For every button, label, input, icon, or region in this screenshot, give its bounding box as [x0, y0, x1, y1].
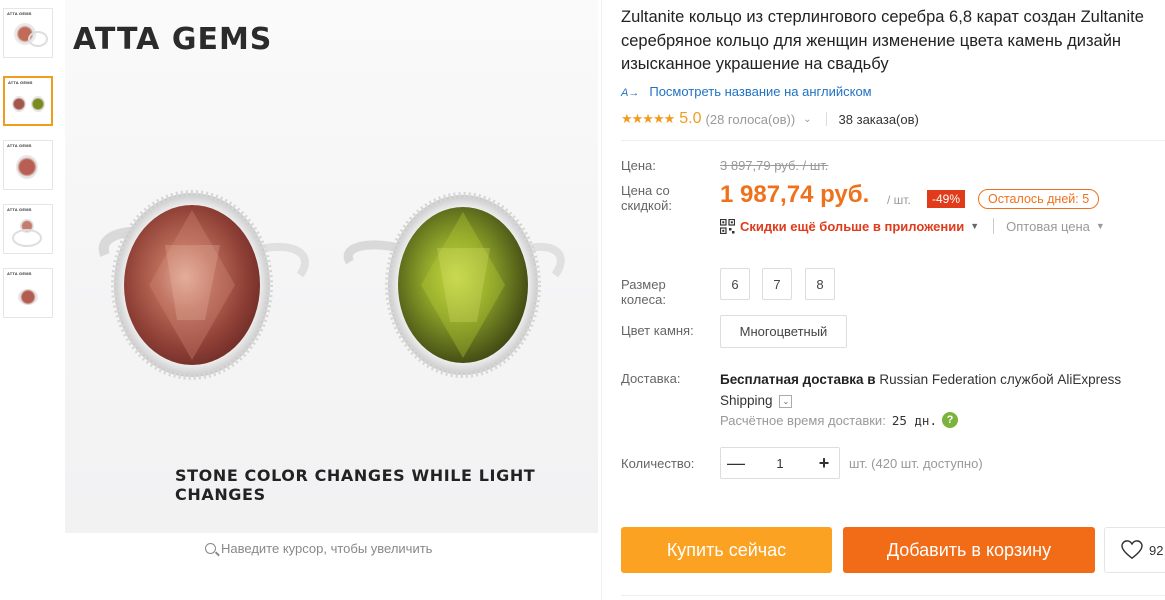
size-option-8[interactable]: 8 — [805, 268, 835, 300]
stone-color-option[interactable]: Многоцветный — [720, 315, 847, 348]
title-line-3: изысканное украшение на свадьбу — [621, 55, 889, 73]
size-label-line-2: колеса: — [621, 292, 666, 307]
delivery-estimate-value: 25 дн. — [891, 412, 937, 428]
image-caption: STONE COLOR CHANGES WHILE LIGHT CHANGES — [175, 466, 536, 504]
app-discount-row: Скидки ещё больше в приложении ▼ Оптовая… — [720, 218, 1105, 234]
wishlist-count: 92 — [1149, 542, 1164, 558]
quantity-label: Количество: — [621, 456, 695, 471]
zoom-hint-text: Наведите курсор, чтобы увеличить — [221, 541, 433, 556]
zoom-hint: Наведите курсор, чтобы увеличить — [205, 541, 432, 556]
discount-badge: -49% — [927, 190, 966, 208]
chevron-down-icon[interactable]: ⌄ — [779, 395, 793, 408]
shipping-destination: Russian Federation службой AliExpress — [879, 372, 1122, 387]
app-discount-link[interactable]: Скидки ещё больше в приложении — [740, 219, 964, 234]
translate-link-text: Посмотреть название на английском — [649, 84, 872, 99]
thumbnail-2[interactable]: ATTA GEMS — [3, 76, 53, 126]
size-option-6[interactable]: 6 — [720, 268, 750, 300]
thumbnail-3[interactable]: ATTA GEMS — [3, 140, 53, 190]
title-line-1: Zultanite кольцо из стерлингового серебр… — [621, 8, 1144, 26]
section-divider — [621, 595, 1165, 596]
translate-link[interactable]: A→ Посмотреть название на английском — [621, 84, 872, 99]
votes-link[interactable]: (28 голоса(ов)) — [706, 112, 796, 127]
discount-price-label: Цена со скидкой: — [621, 183, 672, 213]
caret-down-icon[interactable]: ▼ — [1096, 221, 1105, 231]
thumbnail-logo: ATTA GEMS — [7, 11, 32, 16]
delivery-estimate: Расчётное время доставки: 25 дн. ? — [720, 412, 958, 428]
rings-illustration — [98, 190, 565, 380]
increase-quantity-button[interactable]: + — [809, 448, 839, 478]
star-rating-icon: ★★★★★ — [621, 111, 675, 126]
column-divider — [601, 0, 602, 600]
product-title: Zultanite кольцо из стерлингового серебр… — [621, 6, 1165, 77]
thumbnail-logo: ATTA GEMS — [7, 207, 32, 212]
caret-down-icon[interactable]: ▼ — [970, 221, 979, 231]
rating-score: 5.0 — [679, 110, 702, 127]
main-product-image[interactable]: ATTA GEMS STONE COLOR CHANGES WHILE LIGH… — [65, 0, 598, 533]
wishlist-button[interactable]: 92 — [1104, 527, 1165, 573]
help-icon[interactable]: ? — [941, 412, 958, 428]
shipping-info: Бесплатная доставка в Russian Federation… — [720, 369, 1165, 411]
quantity-available: шт. (420 шт. доступно) — [849, 456, 983, 471]
original-price: 3 897,79 руб. / шт. — [720, 158, 829, 173]
thumbnail-5[interactable]: ATTA GEMS — [3, 268, 53, 318]
decrease-quantity-button[interactable]: — — [721, 448, 751, 478]
chevron-down-icon[interactable]: ⌄ — [803, 114, 811, 125]
divider — [825, 112, 827, 126]
sale-price: 1 987,74 руб. — [720, 181, 870, 208]
size-label-line-1: Размер — [621, 277, 666, 292]
orders-count: 38 заказа(ов) — [838, 111, 919, 127]
price-label: Цена: — [621, 158, 656, 173]
translate-icon: A→ — [621, 87, 640, 99]
shipping-service: Shipping — [720, 393, 773, 408]
thumbnail-logo: ATTA GEMS — [7, 143, 32, 148]
section-divider — [621, 140, 1165, 141]
rating-row: ★★★★★ 5.0 (28 голоса(ов)) ⌄ 38 заказа(ов… — [621, 110, 919, 128]
add-to-cart-button[interactable]: Добавить в корзину — [843, 527, 1095, 573]
quantity-input[interactable]: 1 — [751, 456, 809, 471]
discount-label-line-2: скидкой: — [621, 198, 672, 213]
quantity-stepper: — 1 + — [720, 447, 840, 479]
shipping-label: Доставка: — [621, 371, 681, 386]
wholesale-price-link[interactable]: Оптовая цена — [1006, 219, 1090, 234]
per-unit: / шт. — [887, 193, 911, 207]
free-shipping-text: Бесплатная доставка в — [720, 372, 876, 387]
thumbnail-logo: ATTA GEMS — [7, 271, 32, 276]
title-line-2: серебряное кольцо для женщин изменение ц… — [621, 31, 1122, 50]
stone-color-label: Цвет камня: — [621, 323, 694, 338]
thumbnail-logo: ATTA GEMS — [8, 80, 33, 85]
delivery-estimate-label: Расчётное время доставки: — [720, 412, 886, 428]
discount-label-line-1: Цена со — [621, 183, 670, 198]
size-option-7[interactable]: 7 — [762, 268, 792, 300]
thumbnail-1[interactable]: ATTA GEMS — [3, 8, 53, 58]
qr-code-icon — [720, 218, 735, 234]
size-label: Размер колеса: — [621, 277, 666, 307]
heart-icon — [1121, 540, 1143, 560]
magnifier-icon — [205, 543, 216, 554]
thumbnail-4[interactable]: ATTA GEMS — [3, 204, 53, 254]
divider — [993, 218, 995, 234]
buy-now-button[interactable]: Купить сейчас — [621, 527, 832, 573]
days-left-badge: Осталось дней: 5 — [978, 189, 1100, 209]
